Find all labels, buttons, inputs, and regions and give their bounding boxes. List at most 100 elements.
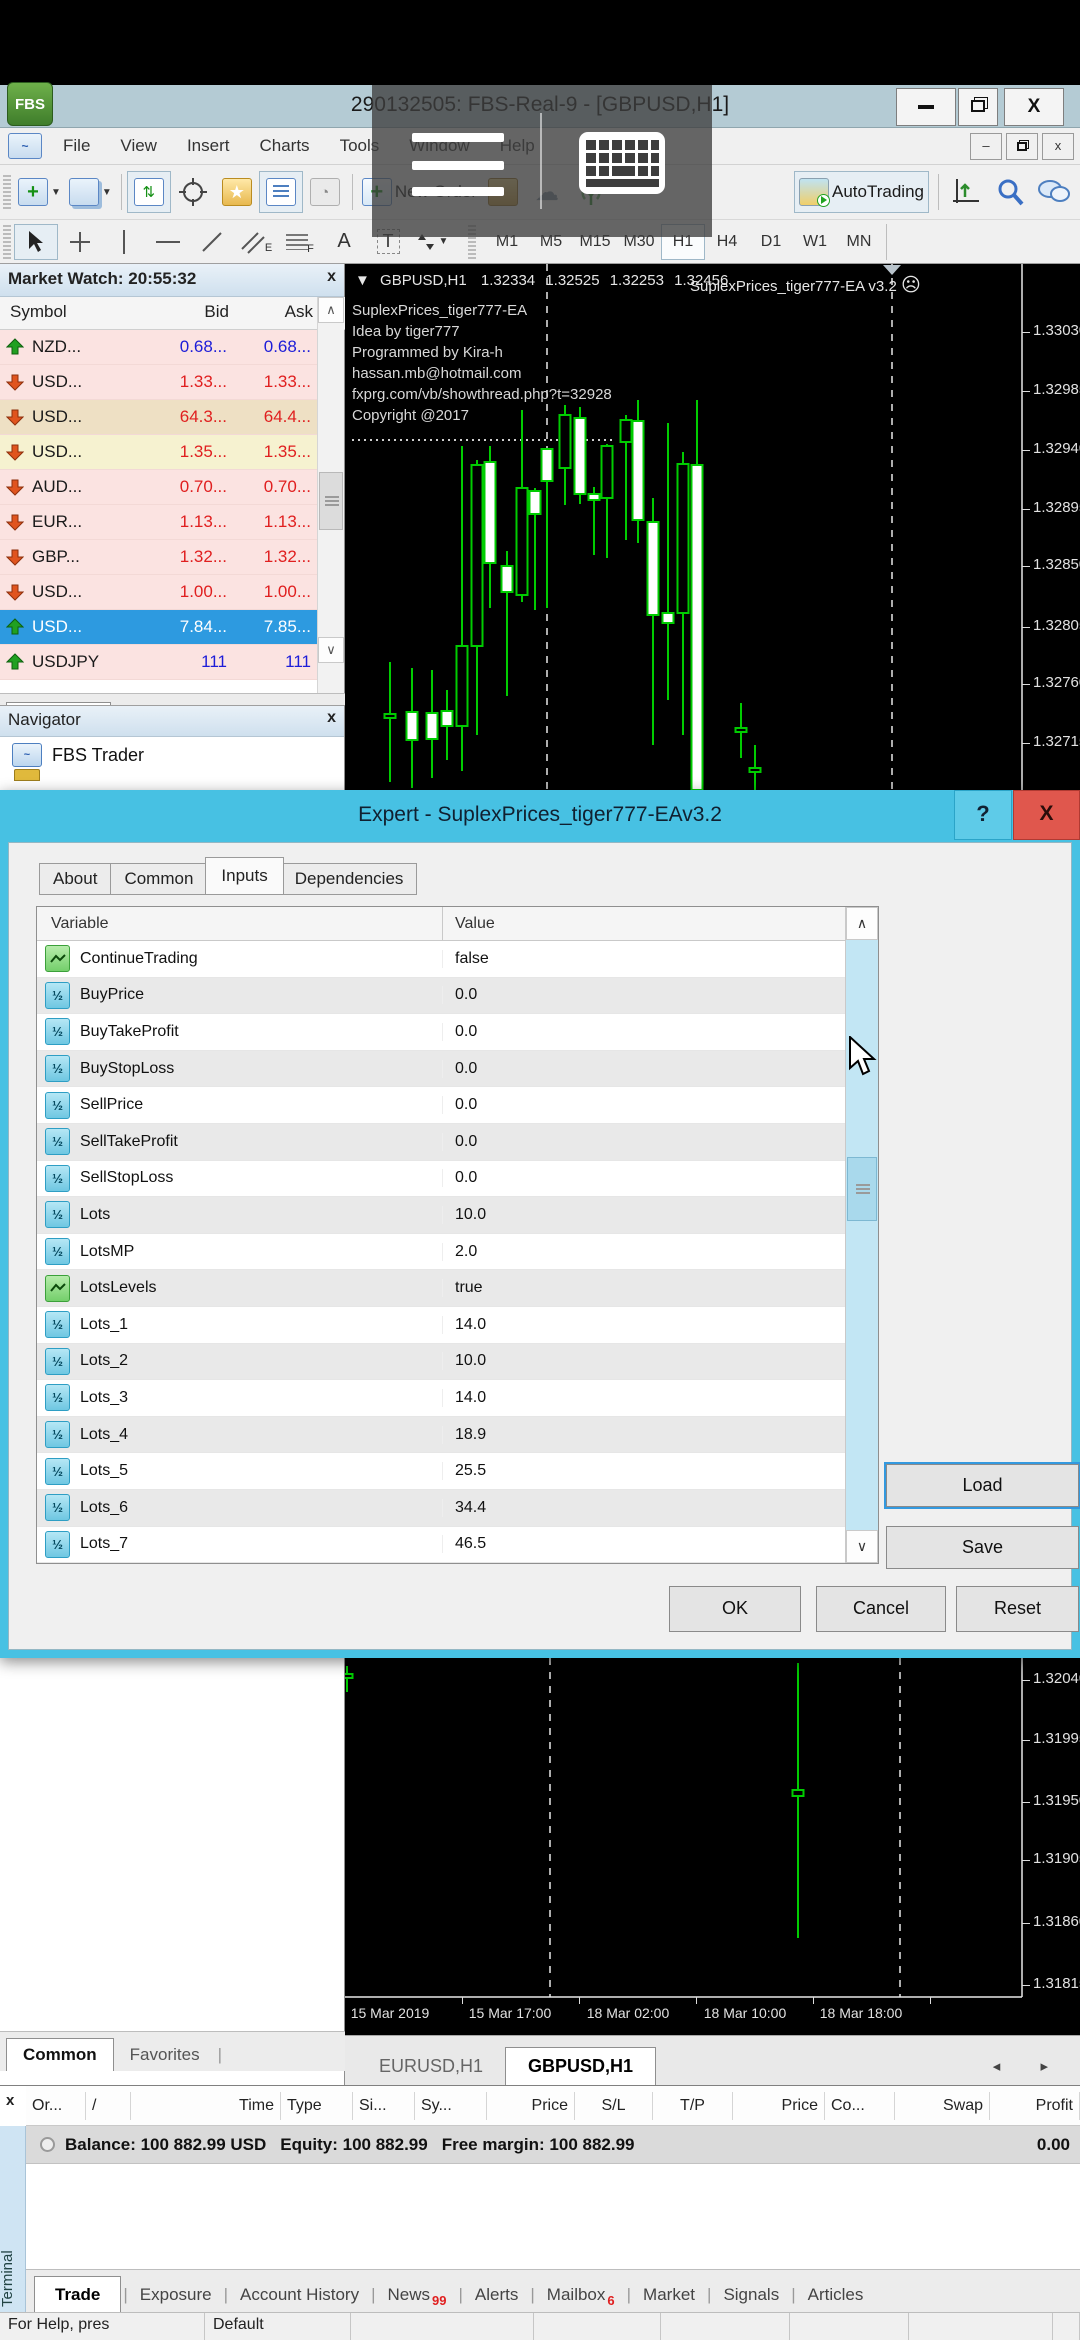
market-watch-close-button[interactable]: x — [327, 268, 336, 286]
input-row[interactable]: ½Lots_634.4 — [37, 1490, 845, 1527]
terminal-column-swap[interactable]: Swap — [895, 2092, 990, 2120]
terminal-column-[interactable]: / — [86, 2092, 131, 2120]
input-row[interactable]: ½Lots10.0 — [37, 1197, 845, 1234]
scroll-up-icon[interactable]: ∧ — [318, 297, 344, 323]
timeframe-mn[interactable]: MN — [837, 224, 881, 260]
input-row[interactable]: ½Lots_114.0 — [37, 1307, 845, 1344]
terminal-tab-articles[interactable]: Articles — [798, 2277, 874, 2313]
terminal-close-button[interactable]: x — [6, 2092, 14, 2109]
new-chart-button[interactable]: + ▼ — [14, 171, 65, 213]
tab-favorites[interactable]: Favorites — [114, 2039, 216, 2071]
column-variable[interactable]: Variable — [37, 915, 442, 933]
chart-lower-area[interactable] — [345, 1658, 1080, 2035]
child-close-button[interactable]: x — [1042, 133, 1074, 160]
crosshair-tool-button[interactable] — [58, 221, 102, 263]
timeframe-w1[interactable]: W1 — [793, 224, 837, 260]
terminal-tab-exposure[interactable]: Exposure — [130, 2277, 222, 2313]
terminal-tab-signals[interactable]: Signals — [713, 2277, 789, 2313]
input-row[interactable]: ½Lots_314.0 — [37, 1380, 845, 1417]
dialog-tab-inputs[interactable]: Inputs — [205, 857, 283, 895]
trendline-tool-button[interactable] — [190, 221, 234, 263]
dialog-tab-about[interactable]: About — [39, 863, 111, 895]
market-watch-scrollbar[interactable]: ∧ ∨ — [317, 297, 344, 693]
terminal-column-sy[interactable]: Sy... — [415, 2092, 487, 2120]
cursor-tool-button[interactable] — [14, 224, 58, 260]
input-row[interactable]: ½BuyStopLoss0.0 — [37, 1051, 845, 1088]
terminal-tab-account-history[interactable]: Account History — [230, 2277, 369, 2313]
terminal-column-profit[interactable]: Profit — [990, 2092, 1080, 2120]
terminal-column-or[interactable]: Or... — [26, 2092, 86, 2120]
text-tool-button[interactable]: A — [322, 221, 366, 263]
input-row[interactable]: ½BuyTakeProfit0.0 — [37, 1014, 845, 1051]
menu-charts[interactable]: Charts — [244, 132, 324, 160]
input-row[interactable]: ContinueTradingfalse — [37, 941, 845, 978]
save-button[interactable]: Save — [886, 1526, 1079, 1569]
data-window-button[interactable]: ◔ — [303, 171, 347, 213]
scrollbar-thumb[interactable] — [847, 1157, 877, 1221]
scroll-down-icon[interactable]: ∨ — [318, 637, 344, 663]
market-watch-row[interactable]: EUR...1.13...1.13... — [0, 505, 318, 540]
input-row[interactable]: ½Lots_746.5 — [37, 1527, 845, 1564]
autotrading-button[interactable]: AutoTrading — [794, 171, 929, 213]
terminal-column-type[interactable]: Type — [281, 2092, 353, 2120]
input-row[interactable]: ½BuyPrice0.0 — [37, 978, 845, 1015]
keyboard-icon[interactable] — [578, 131, 666, 195]
toolbar-grip[interactable] — [3, 225, 11, 259]
reset-button[interactable]: Reset — [956, 1586, 1079, 1632]
ok-button[interactable]: OK — [669, 1586, 801, 1632]
toolbar-grip[interactable] — [3, 175, 11, 209]
terminal-column-si[interactable]: Si... — [353, 2092, 415, 2120]
dialog-help-button[interactable]: ? — [954, 790, 1012, 840]
chart-tab-eurusd-h1[interactable]: EURUSD,H1 — [357, 2048, 505, 2085]
timeframe-d1[interactable]: D1 — [749, 224, 793, 260]
column-symbol[interactable]: Symbol — [0, 297, 148, 329]
market-watch-row[interactable]: USD...7.84...7.85... — [0, 610, 318, 645]
terminal-column-tp[interactable]: T/P — [653, 2092, 733, 2120]
scroll-down-icon[interactable]: ∨ — [846, 1530, 878, 1563]
input-row[interactable]: ½Lots_525.5 — [37, 1453, 845, 1490]
hamburger-menu-icon[interactable] — [412, 187, 504, 196]
terminal-column-price[interactable]: Price — [487, 2092, 575, 2120]
channel-tool-button[interactable]: E — [234, 221, 278, 263]
menu-view[interactable]: View — [105, 132, 172, 160]
navigator-item-fbs-trader[interactable]: ~ FBS Trader — [0, 737, 344, 769]
market-watch-row[interactable]: USD...64.3...64.4... — [0, 400, 318, 435]
dialog-tab-dependencies[interactable]: Dependencies — [282, 863, 418, 895]
terminal-column-sl[interactable]: S/L — [575, 2092, 653, 2120]
input-row[interactable]: ½SellTakeProfit0.0 — [37, 1124, 845, 1161]
chart-tab-scroll-arrows[interactable]: ◂ ▸ — [993, 2057, 1066, 2085]
terminal-column-time[interactable]: Time — [131, 2092, 281, 2120]
hamburger-menu-icon[interactable] — [412, 133, 504, 142]
fibonacci-tool-button[interactable]: F — [278, 221, 322, 263]
menu-insert[interactable]: Insert — [172, 132, 245, 160]
market-watch-button[interactable] — [259, 171, 303, 213]
chat-button[interactable] — [1032, 171, 1076, 213]
horizontal-line-tool-button[interactable] — [146, 221, 190, 263]
ea-sad-face-icon[interactable]: ☹ — [901, 275, 921, 296]
input-row[interactable]: ½SellPrice0.0 — [37, 1087, 845, 1124]
vertical-line-tool-button[interactable] — [102, 221, 146, 263]
search-button[interactable] — [988, 171, 1032, 213]
input-row[interactable]: LotsLevelstrue — [37, 1270, 845, 1307]
market-watch-row[interactable]: GBP...1.32...1.32... — [0, 540, 318, 575]
navigator-close-button[interactable]: x — [327, 709, 336, 727]
inputs-table-scrollbar[interactable]: ∧ ∨ — [845, 907, 878, 1563]
child-minimize-button[interactable]: – — [970, 133, 1002, 160]
terminal-tab-market[interactable]: Market — [633, 2277, 705, 2313]
terminal-tab-news[interactable]: News99 — [378, 2277, 457, 2313]
crosshair-target-button[interactable] — [171, 171, 215, 213]
market-watch-row[interactable]: USDJPY111111 — [0, 645, 318, 680]
dialog-close-button[interactable]: X — [1013, 790, 1080, 840]
chart-expand-icon[interactable]: ▼ — [355, 272, 370, 289]
restore-button[interactable] — [958, 88, 998, 126]
cancel-button[interactable]: Cancel — [816, 1586, 946, 1632]
hamburger-menu-icon[interactable] — [412, 161, 504, 170]
balance-row[interactable]: Balance: 100 882.99 USD Equity: 100 882.… — [26, 2126, 1080, 2164]
market-watch-row[interactable]: USD...1.00...1.00... — [0, 575, 318, 610]
terminal-tab-trade[interactable]: Trade — [34, 2276, 121, 2313]
column-value[interactable]: Value — [442, 907, 878, 940]
input-row[interactable]: ½LotsMP2.0 — [37, 1234, 845, 1271]
close-button[interactable]: X — [1004, 88, 1064, 126]
load-button[interactable]: Load — [886, 1464, 1079, 1507]
input-row[interactable]: ½SellStopLoss0.0 — [37, 1161, 845, 1198]
